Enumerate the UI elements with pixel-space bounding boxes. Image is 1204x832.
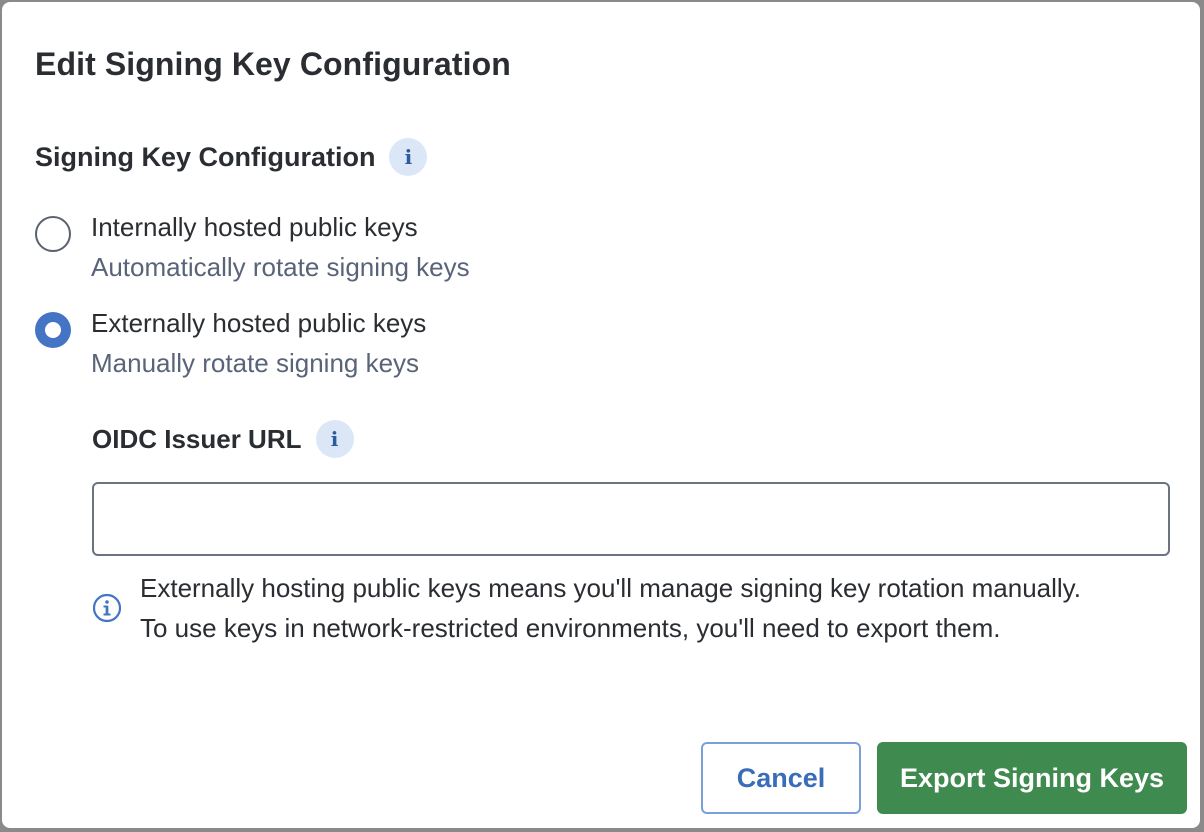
info-circle-icon — [92, 593, 122, 623]
oidc-issuer-url-input[interactable] — [92, 482, 1170, 556]
cancel-button[interactable]: Cancel — [701, 742, 861, 814]
radio-description: Manually rotate signing keys — [91, 348, 420, 378]
dialog-title: Edit Signing Key Configuration — [35, 46, 511, 82]
export-signing-keys-button[interactable]: Export Signing Keys — [877, 742, 1187, 814]
radio-internally-hosted-text: Internally hosted public keys Automatica… — [91, 210, 470, 284]
radio-label: Internally hosted public keys — [91, 212, 418, 242]
radio-label: Externally hosted public keys — [91, 308, 427, 338]
radio-externally-hosted-text: Externally hosted public keys Manually r… — [91, 306, 426, 380]
radio-externally-hosted[interactable]: Externally hosted public keys Manually r… — [35, 306, 426, 380]
radio-internally-hosted[interactable]: Internally hosted public keys Automatica… — [35, 210, 470, 284]
edit-signing-key-dialog: Edit Signing Key Configuration Signing K… — [2, 2, 1200, 828]
signing-key-section-label: Signing Key Configuration i — [35, 138, 428, 176]
helper-text: Externally hosting public keys means you… — [140, 573, 1081, 643]
section-label-text: Signing Key Configuration — [35, 141, 376, 172]
radio-description: Automatically rotate signing keys — [91, 252, 470, 282]
radio-unchecked-icon[interactable] — [35, 216, 71, 252]
helper-note: Externally hosting public keys means you… — [92, 568, 1092, 648]
info-icon[interactable]: i — [389, 138, 428, 176]
oidc-issuer-url-label: OIDC Issuer URL i — [92, 420, 354, 458]
info-icon[interactable]: i — [315, 420, 354, 458]
field-label-text: OIDC Issuer URL — [92, 423, 302, 454]
radio-checked-icon[interactable] — [35, 312, 71, 348]
